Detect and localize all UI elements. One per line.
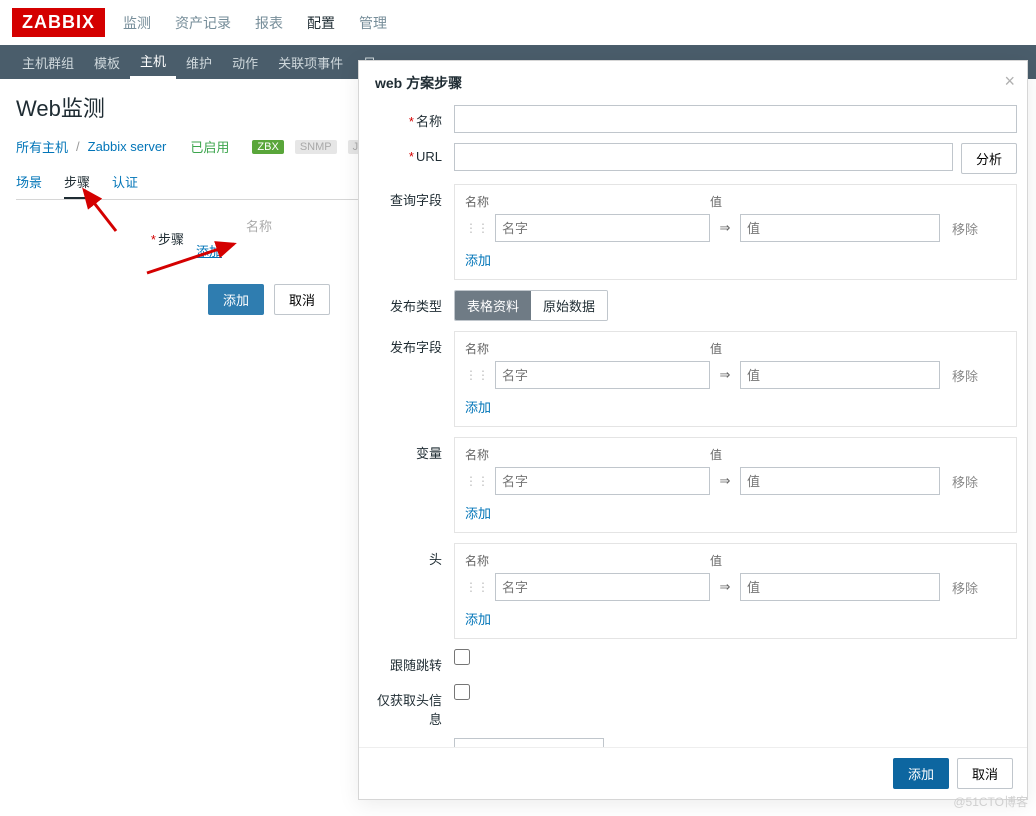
subnav-actions[interactable]: 动作 [222,45,268,79]
headers-add-link[interactable]: 添加 [465,612,491,627]
topnav-administration[interactable]: 管理 [357,1,389,45]
headers-name-head: 名称 [465,552,690,569]
name-input[interactable] [454,105,1017,133]
label-post-fields: 发布字段 [390,340,442,355]
head-only-checkbox[interactable] [454,684,470,700]
breadcrumb-separator: / [76,139,80,154]
steps-add-link[interactable]: 添加 [196,244,222,259]
url-input[interactable] [454,143,953,171]
label-name: 名称 [416,114,442,129]
page-cancel-button[interactable]: 取消 [274,284,330,315]
status-enabled: 已启用 [190,137,229,156]
topnav-reports[interactable]: 报表 [253,1,285,45]
headers-value-input[interactable] [740,573,940,601]
arrow-icon: ⇒ [716,367,734,383]
post-value-head: 值 [710,340,920,357]
steps-label: 步骤 [158,232,184,247]
post-type-raw[interactable]: 原始数据 [531,291,607,320]
arrow-icon: ⇒ [716,579,734,595]
url-parse-button[interactable]: 分析 [961,143,1017,174]
arrow-icon: ⇒ [716,473,734,489]
vars-remove-link[interactable]: 移除 [952,472,978,491]
dialog-add-button[interactable]: 添加 [893,758,949,789]
breadcrumb-all-hosts[interactable]: 所有主机 [16,137,68,156]
query-name-head: 名称 [465,193,690,210]
post-name-head: 名称 [465,340,690,357]
query-value-head: 值 [710,193,920,210]
dialog-title: web 方案步骤 [359,61,1027,105]
label-url: URL [416,149,442,164]
subnav-templates[interactable]: 模板 [84,45,130,79]
vars-name-input[interactable] [495,467,710,495]
label-query: 查询字段 [390,193,442,208]
vars-add-link[interactable]: 添加 [465,506,491,521]
breadcrumb-host[interactable]: Zabbix server [88,139,167,154]
post-value-input[interactable] [740,361,940,389]
timeout-input[interactable] [454,738,604,747]
post-type-form[interactable]: 表格资料 [455,291,531,320]
headers-value-head: 值 [710,552,920,569]
follow-checkbox[interactable] [454,649,470,665]
vars-name-head: 名称 [465,446,690,463]
topnav-monitoring[interactable]: 监测 [121,1,153,45]
post-name-input[interactable] [495,361,710,389]
query-add-link[interactable]: 添加 [465,253,491,268]
topnav-configuration[interactable]: 配置 [305,1,337,45]
headers-name-input[interactable] [495,573,710,601]
label-vars: 变量 [416,446,442,461]
drag-handle-icon[interactable]: ⋮⋮ [465,580,489,594]
vars-value-head: 值 [710,446,920,463]
steps-col-name: 名称 [246,216,272,235]
query-remove-link[interactable]: 移除 [952,219,978,238]
topnav-inventory[interactable]: 资产记录 [173,1,233,45]
dialog-cancel-button[interactable]: 取消 [957,758,1013,789]
tab-auth[interactable]: 认证 [112,166,138,199]
tag-zbx: ZBX [252,140,283,154]
label-headers: 头 [429,552,442,567]
label-follow: 跟随跳转 [390,658,442,673]
post-type-toggle[interactable]: 表格资料 原始数据 [454,290,608,321]
page-add-button[interactable]: 添加 [208,284,264,315]
query-value-input[interactable] [740,214,940,242]
label-post-type: 发布类型 [390,299,442,314]
subnav-hosts[interactable]: 主机 [130,45,176,79]
watermark: @51CTO博客 [953,793,1028,810]
arrow-icon: ⇒ [716,220,734,236]
tab-steps[interactable]: 步骤 [64,166,90,199]
label-head-only: 仅获取头信息 [377,693,442,727]
drag-handle-icon[interactable]: ⋮⋮ [465,368,489,382]
post-add-link[interactable]: 添加 [465,400,491,415]
drag-handle-icon[interactable]: ⋮⋮ [465,474,489,488]
drag-handle-icon[interactable]: ⋮⋮ [465,221,489,235]
subnav-maintenance[interactable]: 维护 [176,45,222,79]
subnav-correlation[interactable]: 关联项事件 [268,45,353,79]
headers-remove-link[interactable]: 移除 [952,578,978,597]
tag-snmp: SNMP [295,140,337,154]
vars-value-input[interactable] [740,467,940,495]
tab-scenario[interactable]: 场景 [16,166,42,199]
web-step-dialog: web 方案步骤 × *名称 *URL 分析 查询字段 名称值 ⋮⋮ [358,60,1028,800]
logo: ZABBIX [12,8,105,37]
post-remove-link[interactable]: 移除 [952,366,978,385]
subnav-hostgroups[interactable]: 主机群组 [12,45,84,79]
dialog-close-icon[interactable]: × [1004,71,1015,92]
query-name-input[interactable] [495,214,710,242]
